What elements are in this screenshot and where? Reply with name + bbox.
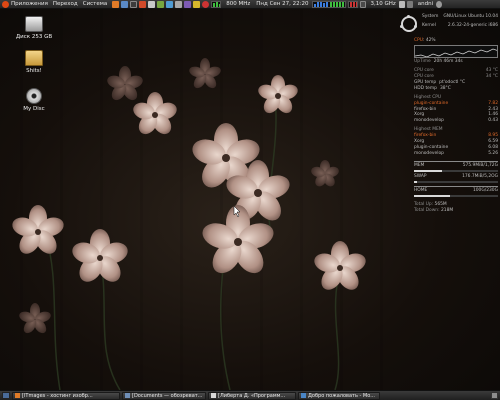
menu-applications[interactable]: Приложения xyxy=(11,1,48,7)
swap-usage-bar xyxy=(414,180,498,183)
taskbar-item[interactable]: [Либерта Д. «Программ... xyxy=(208,391,296,400)
process-value: 0.43 xyxy=(488,118,498,124)
trash-icon[interactable] xyxy=(491,392,498,399)
ubuntu-logo-icon[interactable] xyxy=(2,0,9,8)
taskbar-item[interactable]: [Documents — обозреват... xyxy=(122,391,206,400)
desktop-icon-label: My Disc xyxy=(23,106,45,112)
home-usage-fill xyxy=(414,194,451,197)
home-usage-bar xyxy=(414,194,498,197)
cpu-chip-icon[interactable] xyxy=(359,0,366,8)
divider xyxy=(414,185,498,187)
cpu-frequency-label[interactable]: 800 MHz xyxy=(226,1,250,7)
total-up-value: 565M xyxy=(434,201,447,207)
cpu-usage-graph xyxy=(414,44,498,58)
power-icon[interactable] xyxy=(436,0,443,8)
folder-launcher-icon[interactable] xyxy=(193,0,201,8)
kernel-label: Kernel xyxy=(422,22,436,28)
system-label: System xyxy=(422,14,439,19)
document-viewer-icon xyxy=(211,393,216,398)
network-icon[interactable] xyxy=(398,0,405,8)
desktop-icon-folder[interactable]: Shits! xyxy=(12,50,56,74)
mem-value: 575.9MiB/1,72G xyxy=(462,163,498,168)
ubuntu-circle-of-friends-icon xyxy=(400,15,417,32)
text-editor-launcher-icon[interactable] xyxy=(148,0,156,8)
folder-icon xyxy=(25,50,43,66)
taskbar-item-label: Добро пожаловать - Мо... xyxy=(308,392,376,399)
media-launcher-icon[interactable] xyxy=(139,0,147,8)
swap-label: SWAP xyxy=(414,173,427,179)
cd-icon xyxy=(26,88,42,104)
mem-label: MEM xyxy=(414,163,425,168)
total-up-label: Total Up: xyxy=(414,201,434,207)
highest-cpu-block: Highest CPU plugin-containe 7.82 firefox-… xyxy=(414,95,498,125)
swap-usage-fill xyxy=(414,180,418,183)
process-name: monodevelop xyxy=(414,151,444,157)
menu-system[interactable]: Система xyxy=(83,1,108,7)
home-label: HOME xyxy=(414,187,428,193)
taskbar-item-label: [Documents — обозреват... xyxy=(132,392,203,399)
cpu-graph-icon[interactable] xyxy=(211,0,222,8)
uptime-value: 20h 46m 34s xyxy=(433,58,463,64)
menu-places[interactable]: Переход xyxy=(53,1,78,7)
bottom-panel: [ITmages - хостинг изобр... [Documents —… xyxy=(0,390,500,400)
drive-icon xyxy=(25,16,43,32)
kernel-value: 2.6.32-24-generic i686 xyxy=(447,22,498,28)
network-graph-icon[interactable] xyxy=(347,0,358,8)
desktop-icon-cd[interactable]: My Disc xyxy=(12,88,56,112)
sensor-value: 34 °C xyxy=(485,73,498,79)
app-launcher-icon[interactable] xyxy=(184,0,192,8)
firefox-launcher-icon[interactable] xyxy=(112,0,120,8)
cpu-frequency-right[interactable]: 3,10 GHz xyxy=(371,1,396,7)
divider xyxy=(414,161,498,162)
taskbar-item-label: [ITmages - хостинг изобр... xyxy=(22,392,93,399)
total-down-value: 218M xyxy=(440,207,454,213)
system-value: GNU/Linux Ubuntu 10.04 xyxy=(443,14,498,19)
sensor-value: 38°C xyxy=(439,85,451,91)
firefox-icon xyxy=(15,393,20,398)
top-panel: Приложения Переход Система 800 MHz Пнд С… xyxy=(0,0,500,9)
highest-mem-block: Highest MEM firefox-bin 8.95 Xorg 6.59 plu… xyxy=(414,127,498,157)
terminal-launcher-icon[interactable] xyxy=(130,0,138,8)
uptime-label: UpTime xyxy=(414,58,431,64)
desktop-icon-disk[interactable]: Диск 253 GB xyxy=(12,16,56,40)
clock[interactable]: Пнд Сен 27, 22:20 xyxy=(256,1,308,7)
office-launcher-icon[interactable] xyxy=(157,0,165,8)
files-launcher-icon[interactable] xyxy=(175,0,183,8)
sensors-block: CPU core 43 °C CPU core 34 °C GPU temp pt'o… xyxy=(414,68,498,92)
mem-usage-fill xyxy=(414,169,442,172)
mem-usage-bar xyxy=(414,169,498,172)
show-desktop-button[interactable] xyxy=(2,392,10,399)
desktop-icon-label: Shits! xyxy=(26,68,42,74)
system-monitor-graph-icon[interactable] xyxy=(311,0,346,8)
im-launcher-icon[interactable] xyxy=(166,0,174,8)
mail-indicator-icon[interactable] xyxy=(406,0,413,8)
taskbar-item-label: [Либерта Д. «Программ... xyxy=(218,392,286,399)
user-name[interactable]: andni xyxy=(418,1,433,7)
system-info-block: System GNU/Linux Ubuntu 10.04 Kernel 2.6.3… xyxy=(400,14,498,32)
email-launcher-icon[interactable] xyxy=(121,0,129,8)
swap-value: 176.7MiB/5,2OG xyxy=(462,173,498,179)
conky-system-monitor: System GNU/Linux Ubuntu 10.04 Kernel 2.6.3… xyxy=(400,14,498,214)
cpu-label: CPU xyxy=(414,38,423,43)
desktop-icon-label: Диск 253 GB xyxy=(15,34,53,40)
cpu-percent: 42% xyxy=(425,38,436,43)
network-totals-block: Total Up: 565M Total Down: 218M xyxy=(414,202,498,214)
taskbar-item[interactable]: [ITmages - хостинг изобр... xyxy=(12,391,120,400)
file-browser-icon xyxy=(125,393,130,398)
document-icon xyxy=(301,393,306,398)
taskbar-item[interactable]: Добро пожаловать - Мо... xyxy=(298,391,380,400)
sensor-label: HDD temp xyxy=(414,85,437,91)
home-value: 100G/230G xyxy=(472,187,498,193)
record-launcher-icon[interactable] xyxy=(202,0,210,8)
total-down-label: Total Down: xyxy=(414,207,440,213)
process-value: 5.26 xyxy=(488,151,498,157)
process-name: monodevelop xyxy=(414,118,444,124)
